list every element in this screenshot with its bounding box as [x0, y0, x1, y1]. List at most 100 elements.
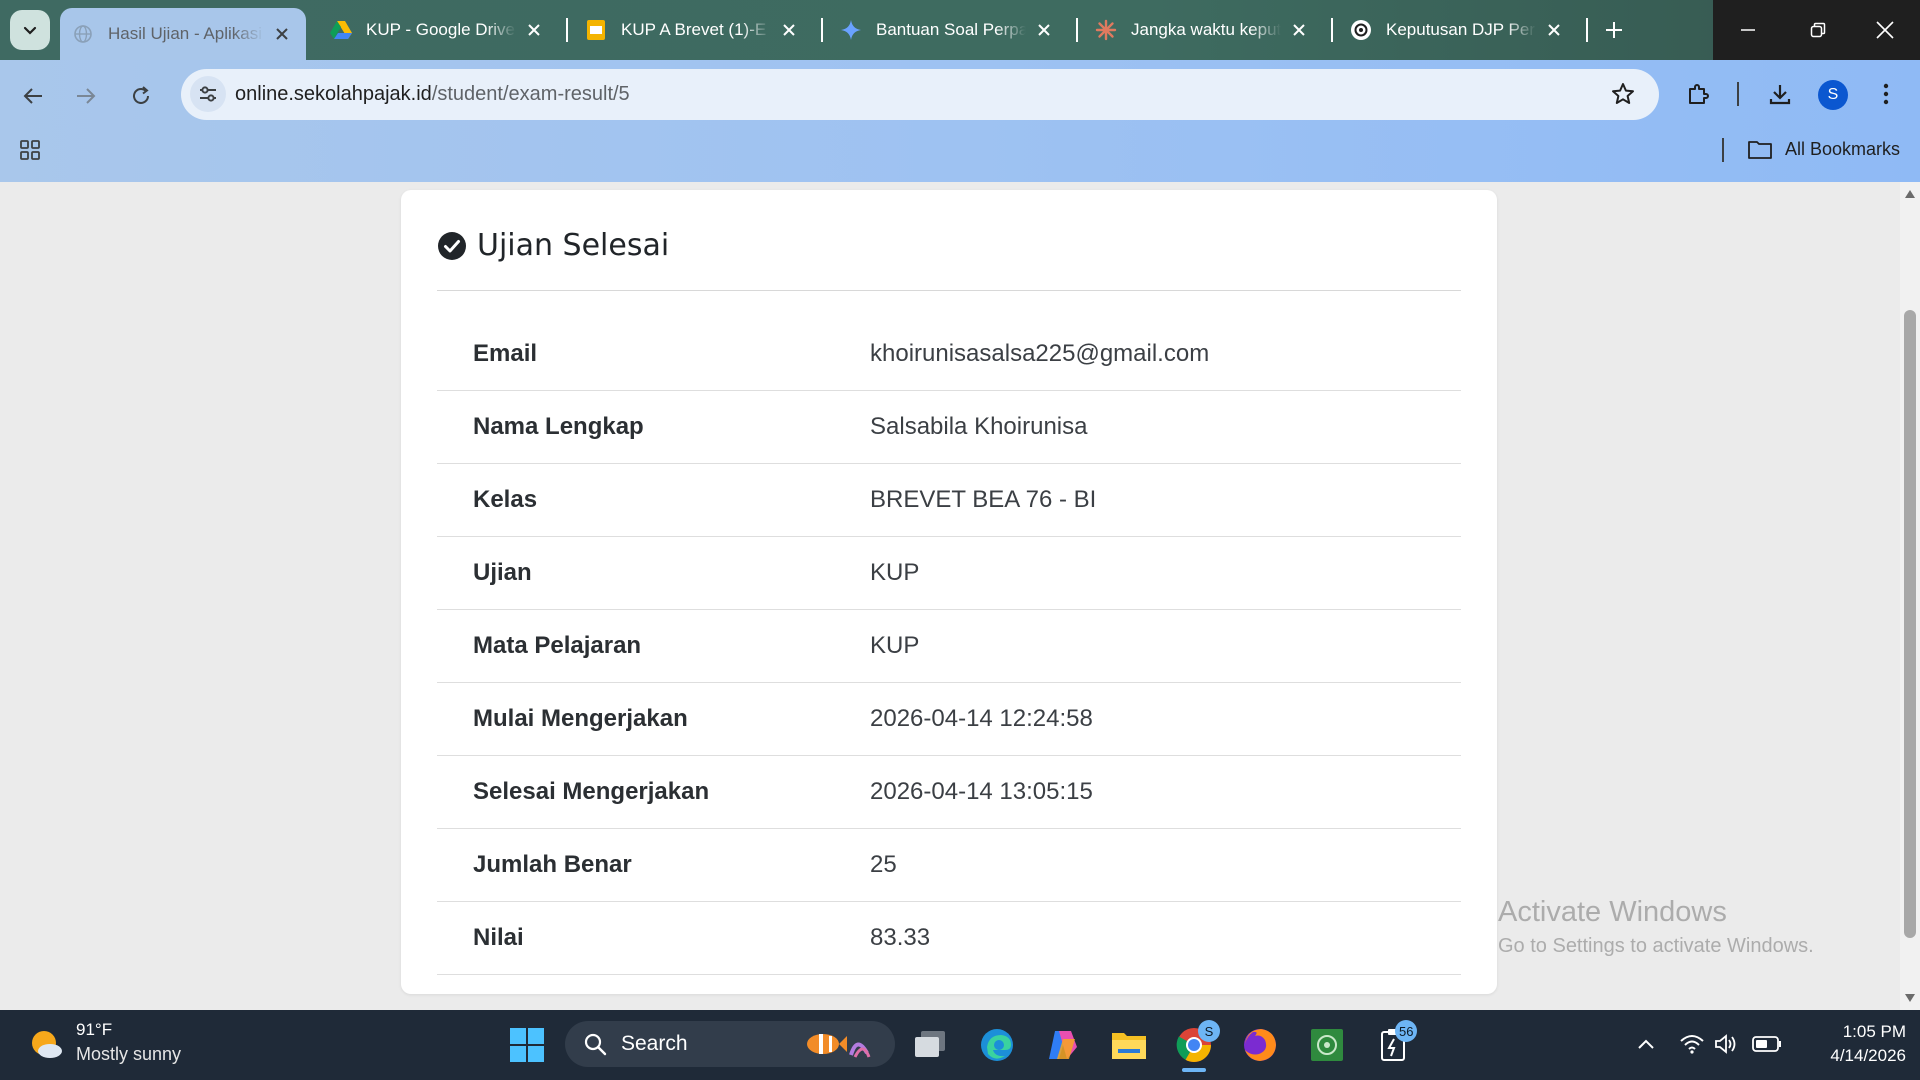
close-icon[interactable] — [1287, 18, 1311, 42]
new-tab-button[interactable] — [1598, 14, 1630, 46]
row-label: Nilai — [473, 924, 524, 951]
minimize-button[interactable] — [1713, 0, 1783, 60]
row-label: Nama Lengkap — [473, 413, 644, 440]
search-icon — [584, 1033, 607, 1056]
tab-title: KUP A Brevet (1)-E — [621, 20, 767, 39]
tab-separator — [566, 18, 568, 42]
reload-button[interactable] — [123, 78, 159, 114]
table-row: Jumlah Benar 25 — [437, 829, 1461, 902]
app-icon — [1311, 1029, 1343, 1061]
slides-icon — [585, 19, 607, 41]
task-view-button[interactable] — [908, 1023, 952, 1067]
tab-search-button[interactable] — [10, 10, 50, 50]
battery-status[interactable] — [1751, 1028, 1783, 1060]
copilot-app[interactable] — [1041, 1023, 1085, 1067]
weather-temp: 91°F — [76, 1020, 113, 1039]
scroll-up-icon[interactable] — [1904, 188, 1916, 200]
row-value: khoirunisasalsa225@gmail.com — [870, 340, 1210, 367]
activate-windows-watermark: Activate Windows Go to Settings to activ… — [1498, 896, 1814, 958]
forward-button[interactable] — [68, 78, 104, 114]
system-clock[interactable]: 1:05 PM 4/14/2026 — [1808, 1020, 1906, 1068]
copilot-icon — [1049, 1031, 1077, 1059]
tab-hasil-ujian[interactable]: Hasil Ujian - Aplikasi Sekolah Pajak — [60, 8, 306, 60]
tab-title: Hasil Ujian - Aplikasi Sekolah Pajak — [108, 24, 264, 43]
back-button[interactable] — [15, 78, 51, 114]
tab-jangka-waktu[interactable]: Jangka waktu keputusan — [1083, 8, 1323, 52]
close-icon[interactable] — [1032, 18, 1056, 42]
row-label: Email — [473, 340, 538, 367]
url-text[interactable]: online.sekolahpajak.id/student/exam-resu… — [235, 83, 630, 106]
close-icon[interactable] — [777, 18, 801, 42]
grid-icon — [20, 140, 40, 160]
bookmark-star-button[interactable] — [1605, 76, 1641, 112]
chevron-up-icon — [1638, 1039, 1654, 1049]
google-drive-icon — [330, 19, 352, 41]
folder-icon — [1748, 141, 1772, 159]
tab-title: Keputusan DJP Perpajakan — [1386, 20, 1536, 39]
restore-icon — [1810, 22, 1826, 38]
chatgpt-icon — [1350, 19, 1372, 41]
result-table: Email khoirunisasalsa225@gmail.com Nama … — [437, 318, 1461, 975]
more-vert-icon — [1883, 83, 1889, 105]
row-value: 83.33 — [870, 924, 931, 951]
show-hidden-icons-button[interactable] — [1630, 1028, 1662, 1060]
minimize-icon — [1741, 29, 1755, 31]
url-path: /student/exam-result/5 — [431, 83, 630, 105]
menu-button[interactable] — [1868, 76, 1904, 112]
row-value: Salsabila Khoirunisa — [870, 413, 1088, 440]
star-icon — [1612, 83, 1634, 104]
reload-icon — [133, 86, 149, 104]
volume-status[interactable] — [1711, 1028, 1743, 1060]
card-header: Ujian Selesai — [437, 228, 669, 263]
restore-button[interactable] — [1783, 0, 1853, 60]
table-row: Nama Lengkap Salsabila Khoirunisa — [437, 391, 1461, 464]
tab-kup-a-brevet[interactable]: KUP A Brevet (1)-E — [573, 8, 813, 52]
toolbar-separator — [1737, 82, 1739, 106]
close-icon[interactable] — [522, 18, 546, 42]
tab-kup-google-drive[interactable]: KUP - Google Drive — [318, 8, 558, 52]
tab-keputusan-djp[interactable]: Keputusan DJP Perpajakan — [1338, 8, 1578, 52]
table-row: Mulai Mengerjakan 2026-04-14 12:24:58 — [437, 683, 1461, 756]
speaker-icon — [1715, 1034, 1736, 1054]
close-icon[interactable] — [1542, 18, 1566, 42]
downloads-button[interactable] — [1762, 76, 1798, 112]
profile-avatar[interactable]: S — [1818, 80, 1848, 110]
firefox-icon — [1244, 1029, 1276, 1061]
tab-separator — [1586, 18, 1588, 42]
clownfish-icon — [807, 1034, 871, 1058]
close-window-button[interactable] — [1850, 0, 1920, 60]
tab-bantuan-soal[interactable]: Bantuan Soal Perpajakan — [828, 8, 1068, 52]
extensions-button[interactable] — [1680, 76, 1716, 112]
claude-icon — [1095, 19, 1117, 41]
tab-title: Bantuan Soal Perpajakan — [876, 20, 1026, 39]
all-bookmarks-button[interactable]: All Bookmarks — [1747, 138, 1900, 160]
table-row: Kelas BREVET BEA 76 - BI — [437, 464, 1461, 537]
page-content: Ujian Selesai Email khoirunisasalsa225@g… — [0, 182, 1900, 1010]
apps-button[interactable] — [12, 132, 48, 168]
weather-widget[interactable]: 91°F Mostly sunny — [28, 1020, 181, 1065]
start-button[interactable] — [505, 1023, 549, 1067]
edge-app[interactable] — [975, 1023, 1019, 1067]
firefox-app[interactable] — [1238, 1023, 1282, 1067]
globe-icon — [72, 23, 94, 45]
site-info-button[interactable] — [190, 76, 226, 112]
wifi-status[interactable] — [1676, 1028, 1708, 1060]
scroll-thumb[interactable] — [1904, 310, 1916, 938]
page-scrollbar[interactable] — [1900, 182, 1920, 1010]
close-icon — [1876, 21, 1894, 39]
weather-condition: Mostly sunny — [76, 1044, 182, 1064]
active-app-indicator — [1182, 1068, 1206, 1072]
table-row: Nilai 83.33 — [437, 902, 1461, 975]
arrow-right-icon — [77, 88, 96, 104]
row-label: Selesai Mengerjakan — [473, 778, 710, 805]
file-explorer-app[interactable] — [1107, 1023, 1151, 1067]
green-app[interactable] — [1305, 1023, 1349, 1067]
row-value: 25 — [870, 851, 897, 878]
close-icon[interactable] — [270, 22, 294, 46]
scroll-down-icon[interactable] — [1904, 992, 1916, 1004]
download-icon — [1769, 85, 1791, 105]
plus-icon — [1606, 22, 1622, 38]
edge-icon — [981, 1029, 1013, 1061]
tab-title: KUP - Google Drive — [366, 20, 515, 39]
taskbar-search[interactable]: Search — [565, 1021, 895, 1067]
